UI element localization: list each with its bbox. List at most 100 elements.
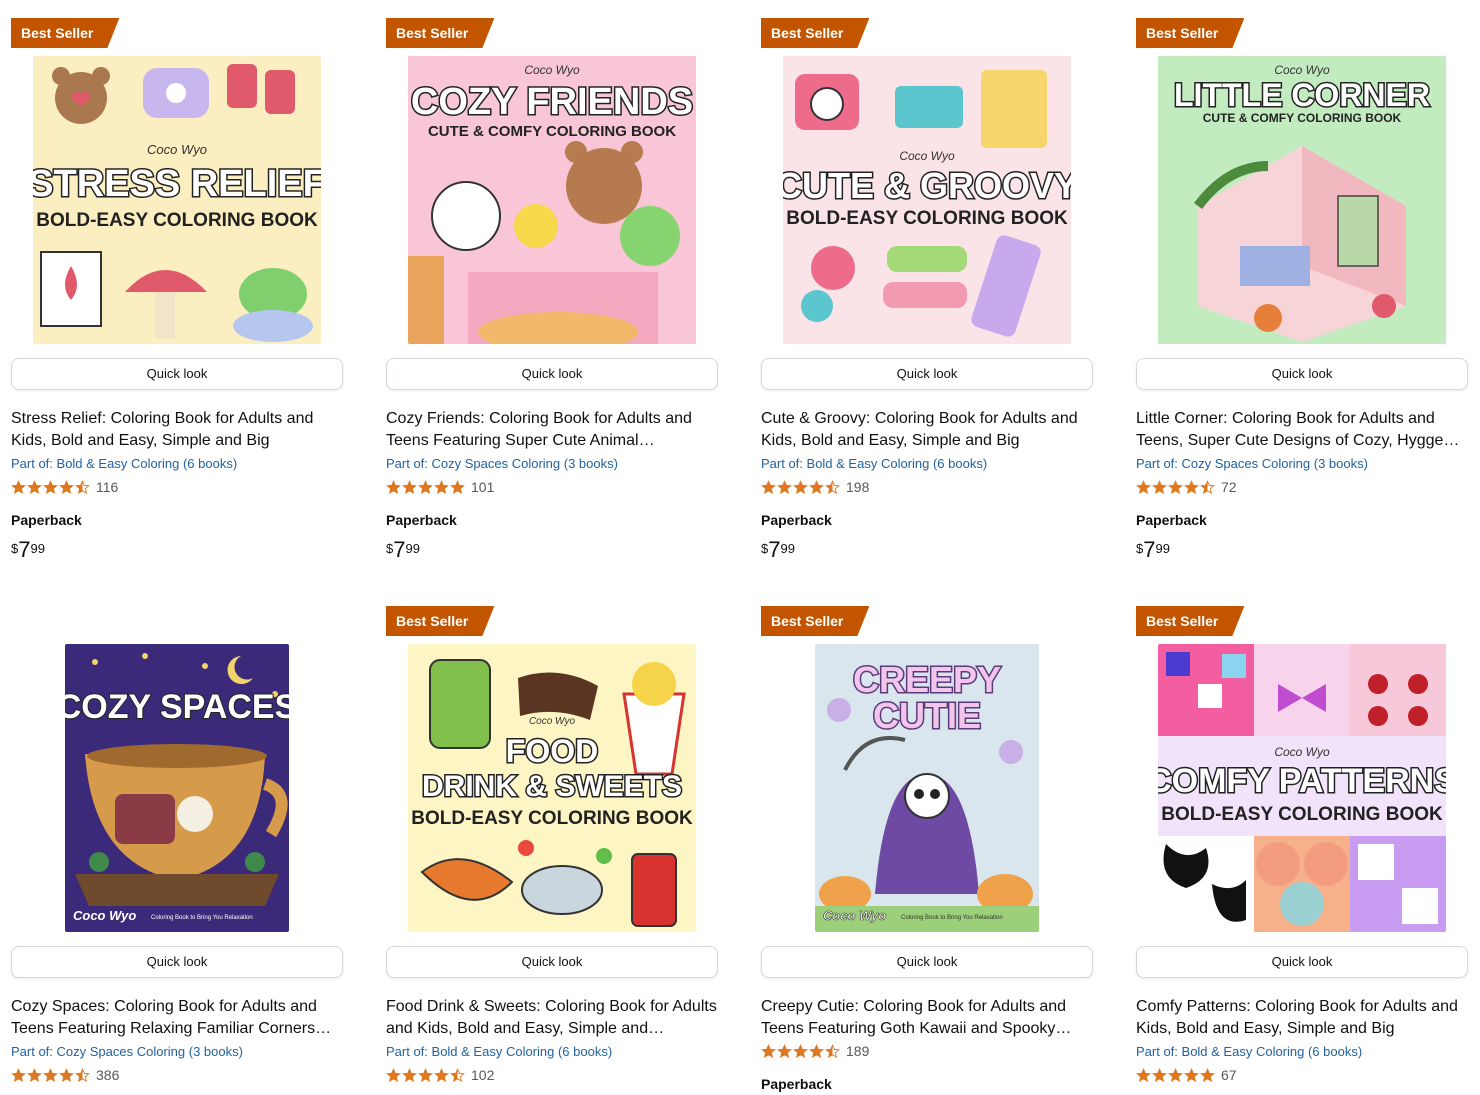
rating[interactable]: 116	[11, 478, 118, 496]
cover-art: Coco Wyo STRESS RELIEF BOLD-EASY COLORIN…	[33, 56, 321, 344]
review-count[interactable]: 72	[1221, 479, 1237, 495]
star-rating-icon	[761, 479, 840, 495]
series-link[interactable]: Part of: Cozy Spaces Coloring (3 books)	[386, 456, 618, 471]
star-rating-icon	[1136, 479, 1215, 495]
series-link[interactable]: Part of: Cozy Spaces Coloring (3 books)	[11, 1044, 243, 1059]
quick-look-button[interactable]: Quick look	[761, 358, 1093, 390]
book-cover[interactable]: Coco Wyo FOOD DRINK & SWEETS BOLD-EASY C…	[408, 644, 696, 932]
rating[interactable]: 386	[11, 1066, 119, 1084]
format-link[interactable]: Paperback	[761, 1076, 832, 1092]
format-link[interactable]: Paperback	[1136, 512, 1207, 528]
product-title-link[interactable]: Little Corner: Coloring Book for Adults …	[1136, 408, 1468, 452]
star-full-icon	[1184, 479, 1199, 494]
rating[interactable]: 101	[386, 478, 494, 496]
product-title-link[interactable]: Food Drink & Sweets: Coloring Book for A…	[386, 996, 718, 1040]
star-full-icon	[1152, 479, 1167, 494]
rating[interactable]: 67	[1136, 1066, 1237, 1084]
review-count[interactable]: 189	[846, 1043, 869, 1059]
rating[interactable]: 102	[386, 1066, 494, 1084]
star-full-icon	[386, 479, 401, 494]
review-count[interactable]: 101	[471, 479, 494, 495]
price-whole: 7	[768, 537, 781, 562]
quick-look-button[interactable]: Quick look	[1136, 946, 1468, 978]
quick-look-button[interactable]: Quick look	[11, 946, 343, 978]
format-link[interactable]: Paperback	[761, 512, 832, 528]
series-link[interactable]: Part of: Bold & Easy Coloring (6 books)	[761, 456, 987, 471]
book-cover[interactable]: Coco Wyo LITTLE CORNER CUTE & COMFY COLO…	[1158, 56, 1446, 344]
cover-title: COZY SPACES	[65, 688, 289, 726]
cover-brand: Coco Wyo	[823, 908, 886, 923]
product-title-link[interactable]: Cozy Spaces: Coloring Book for Adults an…	[11, 996, 343, 1040]
cover-art: Coco Wyo CUTE & GROOVY BOLD-EASY COLORIN…	[783, 56, 1071, 344]
format-link[interactable]: Paperback	[11, 512, 82, 528]
cover-brand: Coco Wyo	[1274, 63, 1330, 77]
review-count[interactable]: 102	[471, 1067, 494, 1083]
star-half-icon	[825, 1043, 840, 1058]
rating[interactable]: 189	[761, 1042, 869, 1060]
cover-tagline: Coloring Book to Bring You Relaxation	[151, 915, 253, 921]
star-full-icon	[434, 479, 449, 494]
star-rating-icon	[11, 1067, 90, 1083]
star-full-icon	[809, 479, 824, 494]
star-full-icon	[59, 1067, 74, 1082]
series-link[interactable]: Part of: Bold & Easy Coloring (6 books)	[11, 456, 237, 471]
star-full-icon	[27, 479, 42, 494]
price-currency: $	[1136, 541, 1144, 556]
series-link[interactable]: Part of: Cozy Spaces Coloring (3 books)	[1136, 456, 1368, 471]
best-seller-badge: Best Seller	[11, 18, 119, 48]
format-link[interactable]: Paperback	[386, 512, 457, 528]
cover-subtitle: BOLD-EASY COLORING BOOK	[786, 208, 1068, 229]
review-count[interactable]: 67	[1221, 1067, 1237, 1083]
book-cover[interactable]: Coco Wyo COMFY PATTERNS BOLD-EASY COLORI…	[1158, 644, 1446, 932]
quick-look-button[interactable]: Quick look	[386, 946, 718, 978]
quick-look-button[interactable]: Quick look	[1136, 358, 1468, 390]
cover-subtitle: DRINK & SWEETS	[422, 770, 682, 803]
price-currency: $	[11, 541, 19, 556]
product-title-link[interactable]: Cute & Groovy: Coloring Book for Adults …	[761, 408, 1093, 452]
series-link[interactable]: Part of: Bold & Easy Coloring (6 books)	[1136, 1044, 1362, 1059]
cover-tagline: Coloring Book to Bring You Relaxation	[901, 915, 1003, 921]
product-title-link[interactable]: Creepy Cutie: Coloring Book for Adults a…	[761, 996, 1093, 1040]
cover-brand: Coco Wyo	[73, 908, 136, 923]
review-count[interactable]: 116	[96, 479, 118, 495]
product-title-link[interactable]: Comfy Patterns: Coloring Book for Adults…	[1136, 996, 1468, 1040]
book-cover[interactable]: CREEPY CUTIE Coco Wyo Coloring Book to B…	[815, 644, 1039, 932]
review-count[interactable]: 198	[846, 479, 869, 495]
cover-brand: Coco Wyo	[524, 63, 580, 77]
star-full-icon	[1136, 1067, 1151, 1082]
star-full-icon	[1200, 1067, 1215, 1082]
book-cover[interactable]: Coco Wyo STRESS RELIEF BOLD-EASY COLORIN…	[33, 56, 321, 344]
star-full-icon	[777, 1043, 792, 1058]
series-link[interactable]: Part of: Bold & Easy Coloring (6 books)	[386, 1044, 612, 1059]
star-half-icon	[75, 1067, 90, 1082]
star-full-icon	[761, 479, 776, 494]
star-full-icon	[386, 1067, 401, 1082]
rating[interactable]: 198	[761, 478, 869, 496]
star-full-icon	[793, 479, 808, 494]
quick-look-button[interactable]: Quick look	[386, 358, 718, 390]
best-seller-badge: Best Seller	[1136, 606, 1244, 636]
star-full-icon	[59, 479, 74, 494]
star-full-icon	[1184, 1067, 1199, 1082]
review-count[interactable]: 386	[96, 1067, 119, 1083]
quick-look-button[interactable]: Quick look	[761, 946, 1093, 978]
star-full-icon	[777, 479, 792, 494]
product-title-link[interactable]: Stress Relief: Coloring Book for Adults …	[11, 408, 343, 452]
star-full-icon	[1168, 1067, 1183, 1082]
star-rating-icon	[11, 479, 90, 495]
rating[interactable]: 72	[1136, 478, 1237, 496]
book-cover[interactable]: Coco Wyo COZY FRIENDS CUTE & COMFY COLOR…	[408, 56, 696, 344]
cover-title: STRESS RELIEF	[33, 163, 321, 205]
price: $799	[761, 537, 795, 563]
cover-title: CUTE & GROOVY	[783, 165, 1071, 206]
book-cover[interactable]: COZY SPACES Coco Wyo Coloring Book to Br…	[65, 644, 289, 932]
star-full-icon	[1152, 1067, 1167, 1082]
product-title-link[interactable]: Cozy Friends: Coloring Book for Adults a…	[386, 408, 718, 452]
best-seller-badge: Best Seller	[386, 606, 494, 636]
book-cover[interactable]: Coco Wyo CUTE & GROOVY BOLD-EASY COLORIN…	[783, 56, 1071, 344]
quick-look-button[interactable]: Quick look	[11, 358, 343, 390]
star-full-icon	[43, 1067, 58, 1082]
star-full-icon	[1136, 479, 1151, 494]
best-seller-badge: Best Seller	[386, 18, 494, 48]
star-full-icon	[793, 1043, 808, 1058]
